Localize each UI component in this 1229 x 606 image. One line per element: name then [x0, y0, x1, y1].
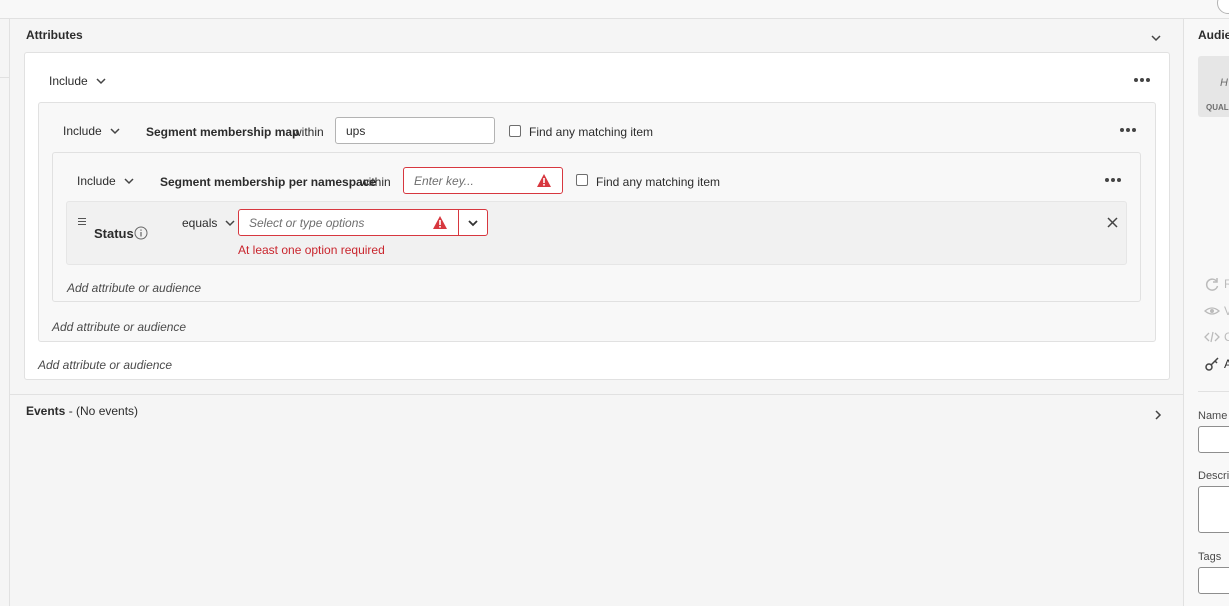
- chevron-down-icon: [110, 128, 120, 135]
- rule-2-add-attribute-link[interactable]: Add attribute or audience: [67, 281, 201, 295]
- rule-1-key-value: ups: [346, 123, 366, 138]
- rule-1-add-attribute-link[interactable]: Add attribute or audience: [52, 320, 186, 334]
- rule-1-more-options-icon[interactable]: [1120, 128, 1136, 134]
- description-textarea[interactable]: [1198, 486, 1229, 533]
- rule-2-key-placeholder: Enter key...: [414, 173, 474, 188]
- condition-row: [66, 201, 1127, 265]
- rule-1-attribute-name: Segment membership map: [146, 125, 300, 139]
- rule-1-find-any-checkbox[interactable]: [509, 125, 521, 137]
- condition-operator-dropdown[interactable]: equals: [182, 216, 235, 230]
- right-panel-divider: [1198, 391, 1229, 392]
- summary-card-text: H: [1220, 77, 1228, 89]
- info-icon[interactable]: [134, 226, 148, 240]
- rule-2-more-options-icon[interactable]: [1105, 178, 1121, 184]
- summary-card-caption: QUAL: [1206, 103, 1229, 112]
- attributes-title: Attributes: [26, 28, 83, 42]
- left-rail: [0, 19, 10, 606]
- right-panel-title: Audien: [1198, 28, 1229, 42]
- section-divider: [10, 394, 1183, 395]
- audience-properties-panel: Audien H QUAL R V C A Name * Descript Ta…: [1183, 19, 1229, 606]
- condition-field-name: Status: [94, 226, 134, 241]
- rule-2-key-warning-icon: [537, 174, 551, 187]
- chevron-down-icon: [225, 220, 235, 227]
- rule-1-include-dropdown[interactable]: Include: [63, 124, 120, 138]
- expand-events-chevron-right-icon[interactable]: [1153, 410, 1163, 420]
- description-field-label: Descript: [1198, 470, 1229, 482]
- rule-1-include-label: Include: [63, 124, 102, 138]
- outer-more-options-icon[interactable]: [1134, 78, 1150, 84]
- rule-1-find-any-label: Find any matching item: [529, 125, 654, 139]
- rule-2-within-label: within: [360, 175, 391, 189]
- collapse-attributes-chevron-down-icon[interactable]: [1151, 33, 1161, 43]
- rule-2-include-dropdown[interactable]: Include: [77, 174, 134, 188]
- condition-value-dropdown-button[interactable]: [458, 209, 488, 236]
- name-input[interactable]: [1198, 426, 1229, 453]
- rule-2-find-any-checkbox[interactable]: [576, 174, 588, 186]
- tags-input[interactable]: [1198, 567, 1229, 594]
- eye-icon[interactable]: [1204, 303, 1220, 319]
- condition-value-placeholder: Select or type options: [249, 215, 365, 230]
- audience-summary-card: H QUAL: [1198, 56, 1229, 117]
- rule-1-key-input[interactable]: ups: [335, 117, 495, 144]
- tags-field-label: Tags: [1198, 551, 1222, 563]
- left-rail-divider: [0, 77, 10, 78]
- key-icon[interactable]: [1204, 356, 1220, 372]
- condition-value-warning-icon: [433, 216, 447, 229]
- events-subtitle: - (No events): [65, 404, 139, 418]
- access-action-label: A: [1224, 357, 1229, 371]
- view-action-label: V: [1224, 304, 1229, 318]
- events-title: Events: [26, 404, 66, 418]
- outer-add-attribute-link[interactable]: Add attribute or audience: [38, 358, 172, 372]
- refresh-icon[interactable]: [1204, 276, 1220, 292]
- outer-include-label: Include: [49, 74, 88, 88]
- condition-value-combobox-input[interactable]: Select or type options: [238, 209, 459, 236]
- rule-1-within-label: within: [293, 125, 324, 139]
- rule-2-attribute-name: Segment membership per namespace: [160, 175, 377, 189]
- condition-error-message: At least one option required: [238, 243, 385, 257]
- remove-condition-close-icon[interactable]: [1107, 217, 1118, 228]
- outer-include-dropdown[interactable]: Include: [49, 74, 106, 88]
- user-avatar[interactable]: [1217, 0, 1229, 14]
- chevron-down-icon: [468, 219, 478, 226]
- rule-2-include-label: Include: [77, 174, 116, 188]
- rule-2-find-any-label: Find any matching item: [596, 175, 721, 189]
- condition-operator-label: equals: [182, 216, 218, 230]
- events-header[interactable]: Events - (No events): [26, 404, 138, 418]
- code-action-label: C: [1224, 330, 1229, 344]
- chevron-down-icon: [96, 78, 106, 85]
- code-icon[interactable]: [1204, 329, 1220, 345]
- drag-handle-icon[interactable]: [78, 218, 86, 225]
- name-field-label: Name *: [1198, 410, 1229, 422]
- chevron-down-icon: [124, 178, 134, 185]
- refresh-action-label: R: [1224, 277, 1229, 291]
- top-bar: [0, 0, 1229, 19]
